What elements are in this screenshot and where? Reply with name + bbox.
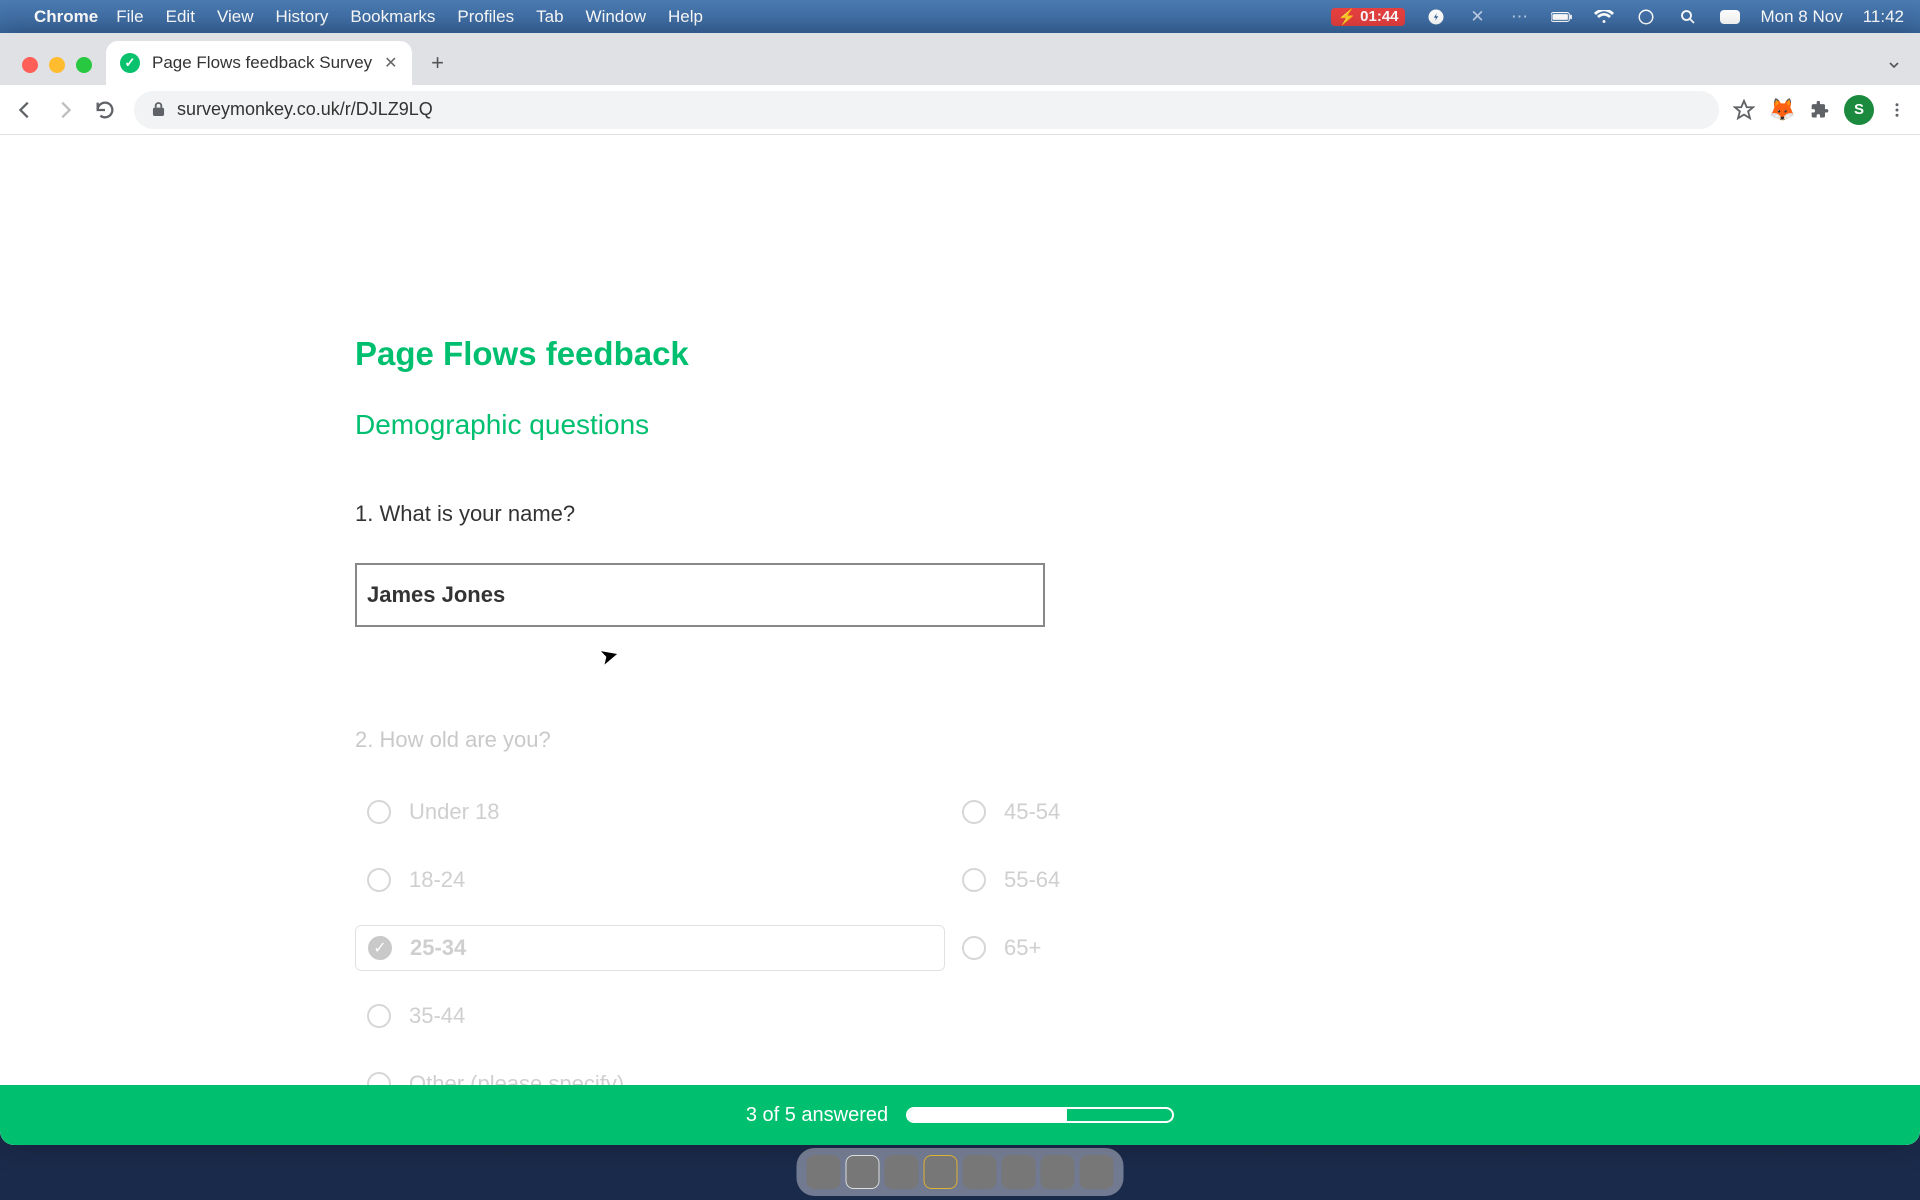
menu-bookmarks[interactable]: Bookmarks: [350, 7, 435, 27]
status-icon-2[interactable]: ✕: [1467, 6, 1489, 28]
progress-fill: [908, 1109, 1066, 1121]
menu-history[interactable]: History: [275, 7, 328, 27]
radio-icon: [962, 868, 986, 892]
nav-reload-button[interactable]: [94, 99, 120, 121]
dock-app-icon[interactable]: [963, 1155, 997, 1189]
menu-profiles[interactable]: Profiles: [457, 7, 514, 27]
option-label: 18-24: [409, 867, 465, 893]
tab-title: Page Flows feedback Survey: [152, 53, 372, 73]
window-minimize-button[interactable]: [49, 57, 65, 73]
lock-icon: [152, 102, 165, 117]
question-1-text: 1. What is your name?: [355, 501, 1155, 527]
option-25-34[interactable]: ✓ 25-34: [355, 925, 945, 971]
survey-progress-bar: 3 of 5 answered: [0, 1085, 1920, 1145]
dock-trash-icon[interactable]: [1080, 1155, 1114, 1189]
dock-notes-icon[interactable]: [924, 1155, 958, 1189]
question-2-text: 2. How old are you?: [355, 727, 1155, 753]
option-under-18[interactable]: Under 18: [355, 789, 950, 835]
option-label: Under 18: [409, 799, 500, 825]
survey-section-title: Demographic questions: [355, 409, 1155, 441]
chrome-window: ✓ Page Flows feedback Survey ✕ + surveym…: [0, 33, 1920, 1145]
q2-number: 2.: [355, 727, 373, 752]
new-tab-button[interactable]: +: [420, 45, 456, 81]
browser-tab[interactable]: ✓ Page Flows feedback Survey ✕: [106, 41, 412, 85]
menu-window[interactable]: Window: [586, 7, 646, 27]
profile-avatar[interactable]: S: [1844, 95, 1874, 125]
option-label: 35-44: [409, 1003, 465, 1029]
nav-forward-button[interactable]: [54, 99, 80, 121]
option-label: 65+: [1004, 935, 1041, 961]
option-45-54[interactable]: 45-54: [950, 789, 1545, 835]
window-controls: [22, 57, 92, 73]
menu-edit[interactable]: Edit: [166, 7, 195, 27]
menu-file[interactable]: File: [116, 7, 143, 27]
q1-number: 1.: [355, 501, 373, 526]
q1-label: What is your name?: [379, 501, 575, 526]
tab-favicon: ✓: [120, 53, 140, 73]
survey-title: Page Flows feedback: [355, 335, 1155, 373]
timer-value: 01:44: [1360, 8, 1398, 25]
option-label: 25-34: [410, 935, 466, 961]
dock-chrome-icon[interactable]: [846, 1155, 880, 1189]
option-label: 55-64: [1004, 867, 1060, 893]
option-35-44[interactable]: 35-44: [355, 993, 950, 1039]
extension-metamask-icon[interactable]: 🦊: [1769, 97, 1796, 123]
option-65-plus[interactable]: 65+: [950, 925, 1545, 971]
radio-checked-icon: ✓: [368, 936, 392, 960]
dock-finder-icon[interactable]: [807, 1155, 841, 1189]
bookmark-star-icon[interactable]: [1733, 99, 1755, 121]
browser-toolbar: surveymonkey.co.uk/r/DJLZ9LQ 🦊 S: [0, 85, 1920, 135]
tabs-overflow-icon[interactable]: [1886, 57, 1902, 73]
spotlight-icon[interactable]: [1677, 6, 1699, 28]
url-text: surveymonkey.co.uk/r/DJLZ9LQ: [177, 99, 433, 120]
chrome-menu-icon[interactable]: [1888, 101, 1906, 119]
extensions-puzzle-icon[interactable]: [1810, 100, 1830, 120]
dock-terminal-icon[interactable]: [885, 1155, 919, 1189]
radio-icon: [962, 936, 986, 960]
question-2-options: Under 18 45-54 18-24 55-64 ✓ 25-34 65+ 35…: [355, 789, 1155, 1107]
status-icon-switch[interactable]: [1719, 6, 1741, 28]
progress-track: [906, 1107, 1174, 1123]
option-label: 45-54: [1004, 799, 1060, 825]
menubar-app-name[interactable]: Chrome: [34, 7, 98, 27]
question-2: 2. How old are you? Under 18 45-54 18-24…: [355, 727, 1155, 1107]
control-center-icon[interactable]: [1635, 6, 1657, 28]
question-1-input[interactable]: [355, 563, 1045, 627]
radio-icon: [367, 1004, 391, 1028]
radio-icon: [962, 800, 986, 824]
menubar-date[interactable]: Mon 8 Nov: [1761, 7, 1843, 27]
mac-dock: [797, 1148, 1124, 1196]
screen-record-timer[interactable]: ⚡01:44: [1331, 8, 1404, 26]
page-content: Page Flows feedback Demographic question…: [0, 135, 1920, 1145]
menubar-clock[interactable]: 11:42: [1863, 7, 1904, 27]
tab-close-icon[interactable]: ✕: [384, 53, 397, 73]
window-zoom-button[interactable]: [76, 57, 92, 73]
battery-icon[interactable]: [1551, 6, 1573, 28]
dock-app3-icon[interactable]: [1041, 1155, 1075, 1189]
q2-label: How old are you?: [379, 727, 550, 752]
address-bar[interactable]: surveymonkey.co.uk/r/DJLZ9LQ: [134, 91, 1719, 129]
nav-back-button[interactable]: [14, 99, 40, 121]
radio-icon: [367, 868, 391, 892]
tab-strip: ✓ Page Flows feedback Survey ✕ +: [0, 33, 1920, 85]
menu-help[interactable]: Help: [668, 7, 703, 27]
mac-menu-bar: Chrome File Edit View History Bookmarks …: [0, 0, 1920, 33]
menu-tab[interactable]: Tab: [536, 7, 563, 27]
option-18-24[interactable]: 18-24: [355, 857, 950, 903]
wifi-icon[interactable]: [1593, 6, 1615, 28]
option-55-64[interactable]: 55-64: [950, 857, 1545, 903]
radio-icon: [367, 800, 391, 824]
survey-container: Page Flows feedback Demographic question…: [355, 135, 1155, 1107]
window-close-button[interactable]: [22, 57, 38, 73]
avatar-initial: S: [1854, 101, 1864, 118]
status-icon-1[interactable]: [1425, 6, 1447, 28]
progress-label: 3 of 5 answered: [746, 1104, 888, 1127]
dock-app2-icon[interactable]: [1002, 1155, 1036, 1189]
menu-view[interactable]: View: [217, 7, 254, 27]
status-icon-3[interactable]: ⋯: [1509, 6, 1531, 28]
